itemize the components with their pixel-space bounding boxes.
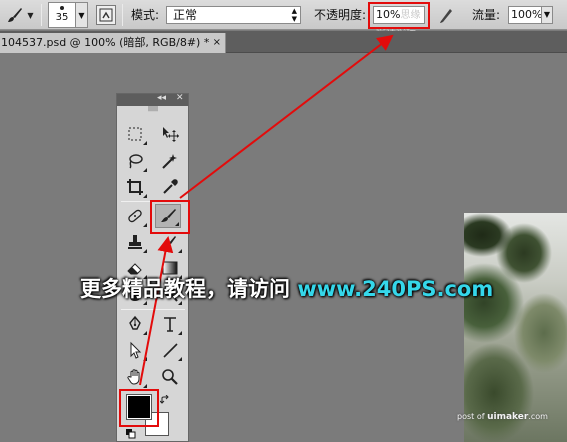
- promo-url: www.240PS.com: [297, 277, 494, 301]
- credit-site: uimaker: [487, 412, 529, 422]
- arrow-brush-to-opacity: [179, 34, 394, 199]
- credit-suffix: .com: [528, 412, 548, 421]
- promo-text: 更多精品教程，请访问: [80, 277, 298, 301]
- promo-banner: 更多精品教程，请访问 www.240PS.com: [80, 271, 520, 307]
- credit-prefix: post of: [457, 412, 488, 421]
- arrow-color-to-brush: [139, 236, 174, 386]
- site-credit: post of uimaker.com: [457, 412, 548, 422]
- annotation-arrows: [139, 34, 394, 386]
